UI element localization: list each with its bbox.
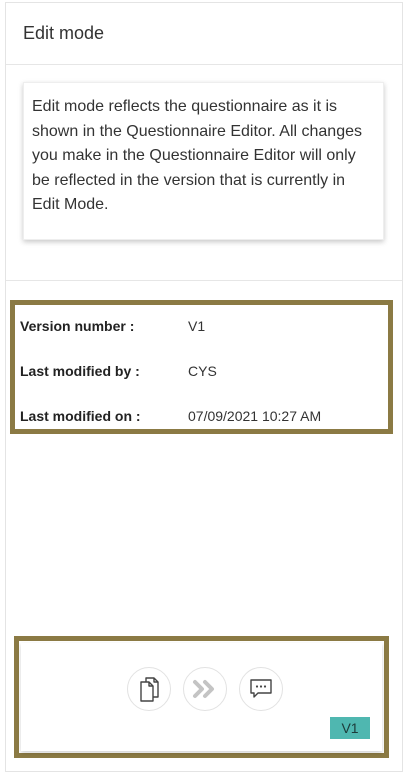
copy-button[interactable] xyxy=(127,667,171,711)
action-bar: V1 xyxy=(14,636,389,758)
info-card: Edit mode reflects the questionnaire as … xyxy=(23,82,384,240)
forward-button[interactable] xyxy=(183,667,227,711)
action-bar-inner: V1 xyxy=(21,643,382,751)
version-details: Version number : V1 Last modified by : C… xyxy=(10,300,393,434)
last-modified-by-label: Last modified by : xyxy=(20,363,140,379)
last-modified-by-value: CYS xyxy=(188,363,217,379)
last-modified-on-value: 07/09/2021 10:27 AM xyxy=(188,408,322,424)
panel-header: Edit mode xyxy=(6,3,402,65)
copy-document-icon xyxy=(140,677,159,702)
panel-title: Edit mode xyxy=(23,23,105,43)
version-badge: V1 xyxy=(330,717,370,739)
comment-button[interactable] xyxy=(239,667,283,711)
info-text: Edit mode reflects the questionnaire as … xyxy=(32,98,362,213)
double-chevron-right-icon xyxy=(193,680,214,698)
version-number-value: V1 xyxy=(188,318,206,334)
comment-icon xyxy=(250,679,272,698)
last-modified-on-label: Last modified on : xyxy=(20,408,141,424)
version-number-label: Version number : xyxy=(20,318,135,334)
info-section: Edit mode reflects the questionnaire as … xyxy=(6,65,402,281)
